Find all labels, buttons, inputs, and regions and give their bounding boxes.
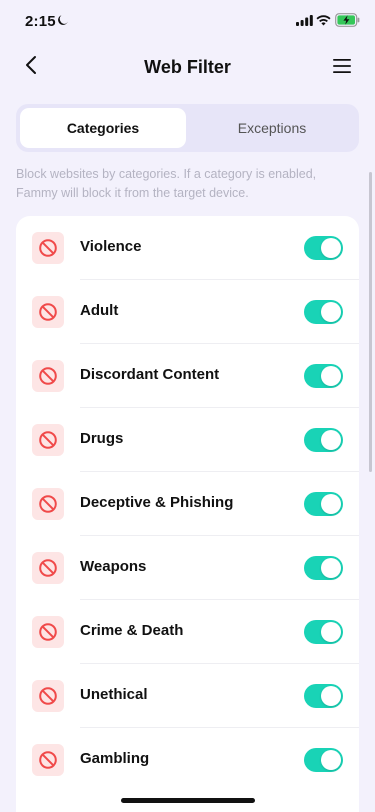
categories-list: Violence Adult Discordant Content Drugs … xyxy=(16,216,359,812)
category-toggle[interactable] xyxy=(304,428,343,452)
category-toggle[interactable] xyxy=(304,748,343,772)
category-label: Weapons xyxy=(80,558,147,575)
block-icon xyxy=(32,680,64,712)
category-toggle[interactable] xyxy=(304,684,343,708)
block-icon xyxy=(32,232,64,264)
category-row-gambling: Gambling xyxy=(16,728,359,792)
scrollbar[interactable] xyxy=(369,172,372,472)
category-label: Drugs xyxy=(80,430,124,447)
block-icon xyxy=(32,296,64,328)
toggle-knob xyxy=(321,430,341,450)
toggle-knob xyxy=(321,558,341,578)
status-time: 2:15 xyxy=(25,13,56,30)
category-toggle[interactable] xyxy=(304,364,343,388)
block-icon xyxy=(32,744,64,776)
category-row-violence: Violence xyxy=(16,216,359,280)
category-label: Crime & Death xyxy=(80,622,184,639)
toggle-knob xyxy=(321,238,341,258)
toggle-knob xyxy=(321,366,341,386)
category-toggle[interactable] xyxy=(304,556,343,580)
block-icon xyxy=(32,488,64,520)
page-title: Web Filter xyxy=(144,57,231,77)
category-label: Unethical xyxy=(80,686,148,703)
category-toggle[interactable] xyxy=(304,236,343,260)
block-icon xyxy=(32,360,64,392)
toggle-knob xyxy=(321,302,341,322)
battery-charging-icon xyxy=(335,13,360,27)
status-bar: 2:15 xyxy=(0,0,375,44)
block-icon xyxy=(32,616,64,648)
category-label: Gambling xyxy=(80,750,150,767)
segmented-control: Categories Exceptions xyxy=(16,104,359,152)
category-row-unethical: Unethical xyxy=(16,664,359,728)
toggle-knob xyxy=(321,686,341,706)
block-icon xyxy=(32,424,64,456)
category-row-adult: Adult xyxy=(16,280,359,344)
nav-bar: Web Filter xyxy=(0,44,375,88)
signal-icon xyxy=(296,15,313,26)
screen: 2:15 Web Filter Categories Exceptions Bl… xyxy=(0,0,375,812)
toggle-knob xyxy=(321,750,341,770)
wifi-icon xyxy=(316,15,331,26)
tab-categories[interactable]: Categories xyxy=(20,108,186,148)
category-label: Deceptive & Phishing xyxy=(80,494,234,511)
category-label: Adult xyxy=(80,302,119,319)
moon-icon xyxy=(58,15,68,25)
toggle-knob xyxy=(321,622,341,642)
category-row-deceptive-phishing: Deceptive & Phishing xyxy=(16,472,359,536)
category-toggle[interactable] xyxy=(304,492,343,516)
category-toggle[interactable] xyxy=(304,620,343,644)
tab-exceptions[interactable]: Exceptions xyxy=(189,108,355,148)
category-label: Discordant Content xyxy=(80,366,220,383)
category-row-weapons: Weapons xyxy=(16,536,359,600)
category-row-drugs: Drugs xyxy=(16,408,359,472)
home-indicator xyxy=(121,798,255,803)
menu-icon[interactable] xyxy=(333,58,351,74)
category-row-crime-death: Crime & Death xyxy=(16,600,359,664)
category-toggle[interactable] xyxy=(304,300,343,324)
category-row-discordant-content: Discordant Content xyxy=(16,344,359,408)
block-icon xyxy=(32,552,64,584)
toggle-knob xyxy=(321,494,341,514)
category-label: Violence xyxy=(80,238,142,255)
description-text: Block websites by categories. If a categ… xyxy=(16,167,317,200)
